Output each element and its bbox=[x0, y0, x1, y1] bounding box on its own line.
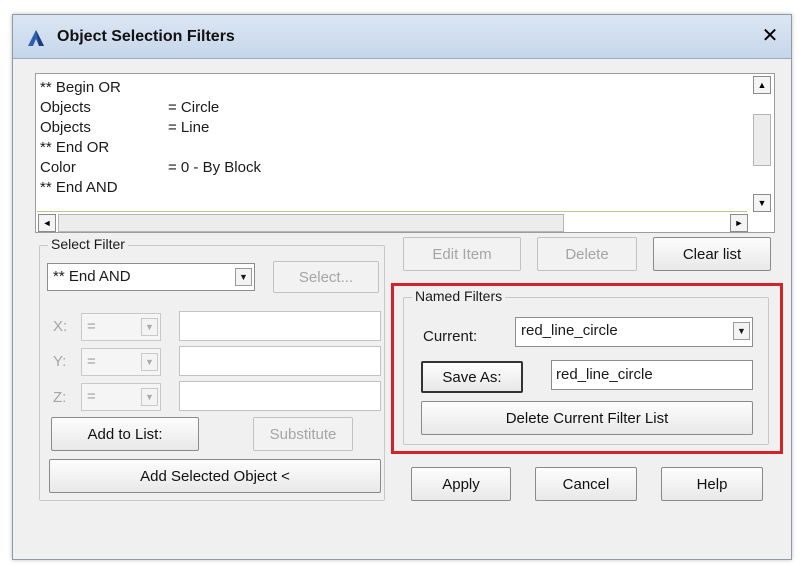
window-title: Object Selection Filters bbox=[57, 28, 235, 45]
edit-item-button[interactable]: Edit Item bbox=[403, 237, 521, 271]
object-selection-filters-dialog: Object Selection Filters ✕ ** Begin OR Ob… bbox=[12, 14, 792, 560]
y-label: Y: bbox=[53, 353, 67, 370]
chevron-down-icon[interactable]: ▼ bbox=[141, 388, 158, 406]
add-selected-object-button[interactable]: Add Selected Object < bbox=[49, 459, 381, 493]
delete-button[interactable]: Delete bbox=[537, 237, 637, 271]
cancel-button[interactable]: Cancel bbox=[535, 467, 637, 501]
z-operator-value: = bbox=[87, 388, 96, 405]
scroll-right-arrow-icon[interactable]: ► bbox=[730, 214, 748, 232]
filter-list-row[interactable]: Objects = Line bbox=[40, 118, 740, 138]
filter-row-value: = Circle bbox=[168, 99, 220, 116]
filter-list-rows: ** Begin OR Objects = Circle Objects = Line *… bbox=[40, 78, 740, 198]
vertical-scroll-thumb[interactable] bbox=[753, 114, 771, 166]
filter-type-value: ** End AND bbox=[53, 268, 131, 285]
scroll-up-arrow-icon[interactable]: ▲ bbox=[753, 76, 771, 94]
filter-list[interactable]: ** Begin OR Objects = Circle Objects = Line *… bbox=[35, 73, 775, 233]
scroll-left-arrow-icon[interactable]: ◄ bbox=[38, 214, 56, 232]
named-filters-highlight-box bbox=[391, 283, 783, 454]
filter-row-name: ** End AND bbox=[40, 179, 118, 196]
close-button[interactable]: ✕ bbox=[757, 24, 783, 50]
y-operator-value: = bbox=[87, 353, 96, 370]
y-value-field[interactable] bbox=[179, 346, 381, 376]
horizontal-scrollbar[interactable]: ◄ ► bbox=[38, 214, 750, 232]
filter-list-row[interactable]: Color = 0 - By Block bbox=[40, 158, 740, 178]
z-operator-combo[interactable]: = ▼ bbox=[81, 383, 161, 411]
scroll-down-arrow-icon[interactable]: ▼ bbox=[753, 194, 771, 212]
vertical-scrollbar[interactable]: ▲ ▼ bbox=[752, 76, 772, 216]
x-label: X: bbox=[53, 318, 68, 335]
clear-list-button[interactable]: Clear list bbox=[653, 237, 771, 271]
autocad-icon bbox=[28, 30, 44, 46]
filter-row-value: = 0 - By Block bbox=[168, 159, 261, 176]
filter-row-name: ** Begin OR bbox=[40, 79, 121, 96]
apply-button[interactable]: Apply bbox=[411, 467, 511, 501]
filter-row-name: Objects bbox=[40, 99, 91, 116]
chevron-down-icon[interactable]: ▼ bbox=[235, 268, 252, 286]
horizontal-scroll-thumb[interactable] bbox=[58, 214, 564, 232]
add-to-list-button[interactable]: Add to List: bbox=[51, 417, 199, 451]
y-operator-combo[interactable]: = ▼ bbox=[81, 348, 161, 376]
chevron-down-icon[interactable]: ▼ bbox=[141, 353, 158, 371]
x-operator-value: = bbox=[87, 318, 96, 335]
filter-row-name: ** End OR bbox=[40, 139, 110, 156]
filter-list-row[interactable]: Objects = Circle bbox=[40, 98, 740, 118]
filter-row-name: Color bbox=[40, 159, 76, 176]
select-button[interactable]: Select... bbox=[273, 261, 379, 293]
substitute-button[interactable]: Substitute bbox=[253, 417, 353, 451]
chevron-down-icon[interactable]: ▼ bbox=[141, 318, 158, 336]
x-value-field[interactable] bbox=[179, 311, 381, 341]
filter-row-value: = Line bbox=[168, 119, 210, 136]
filter-list-row[interactable]: ** End OR bbox=[40, 138, 740, 158]
filter-row-name: Objects bbox=[40, 119, 91, 136]
z-value-field[interactable] bbox=[179, 381, 381, 411]
filter-type-combo[interactable]: ** End AND ▼ bbox=[47, 263, 255, 291]
list-divider bbox=[37, 211, 747, 212]
filter-list-row[interactable]: ** Begin OR bbox=[40, 78, 740, 98]
filter-list-row[interactable]: ** End AND bbox=[40, 178, 740, 198]
x-operator-combo[interactable]: = ▼ bbox=[81, 313, 161, 341]
title-bar: Object Selection Filters ✕ bbox=[13, 15, 791, 59]
select-filter-label: Select Filter bbox=[48, 236, 128, 252]
help-button[interactable]: Help bbox=[661, 467, 763, 501]
z-label: Z: bbox=[53, 389, 67, 406]
